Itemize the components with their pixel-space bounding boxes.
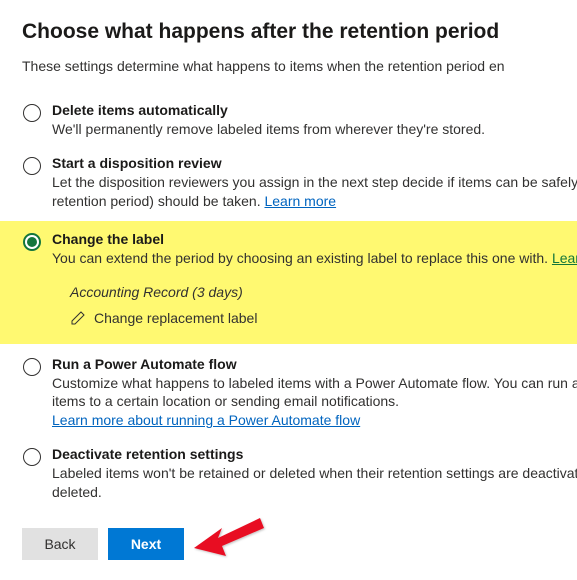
radio-icon[interactable] — [23, 157, 41, 175]
option-change-title: Change the label — [52, 231, 577, 247]
text: Customize what happens to labeled items … — [52, 375, 577, 391]
option-flow-desc: Customize what happens to labeled items … — [52, 374, 577, 431]
change-replacement-link[interactable]: Change replacement label — [70, 310, 577, 326]
change-replacement-text: Change replacement label — [94, 310, 257, 326]
text: You can extend the period by choosing an… — [52, 250, 552, 266]
text: deleted. — [52, 484, 102, 500]
learn-more-flow-link[interactable]: Learn more about running a Power Automat… — [52, 412, 360, 428]
options-group: Delete items automatically We'll permane… — [22, 96, 577, 512]
radio-icon[interactable] — [23, 358, 41, 376]
current-replacement-label: Accounting Record (3 days) — [70, 284, 577, 300]
text: retention period) should be taken. — [52, 193, 264, 209]
option-delete-desc: We'll permanently remove labeled items f… — [52, 120, 577, 139]
option-deactivate-desc: Labeled items won't be retained or delet… — [52, 464, 577, 502]
option-deactivate-title: Deactivate retention settings — [52, 446, 577, 462]
radio-icon-selected[interactable] — [23, 233, 41, 251]
radio-icon[interactable] — [23, 104, 41, 122]
next-button[interactable]: Next — [108, 528, 184, 560]
learn-more-link[interactable]: Learn more — [264, 193, 336, 209]
footer-buttons: Back Next — [22, 528, 577, 560]
option-flow[interactable]: Run a Power Automate flow Customize what… — [22, 350, 577, 441]
option-disposition-desc: Let the disposition reviewers you assign… — [52, 173, 577, 211]
pencil-icon — [70, 310, 86, 326]
option-delete-title: Delete items automatically — [52, 102, 577, 118]
option-change-label[interactable]: Change the label You can extend the peri… — [0, 221, 577, 344]
page-title: Choose what happens after the retention … — [22, 20, 577, 44]
text: Let the disposition reviewers you assign… — [52, 174, 577, 190]
page-subtitle: These settings determine what happens to… — [22, 58, 577, 74]
text: Labeled items won't be retained or delet… — [52, 465, 577, 481]
option-flow-title: Run a Power Automate flow — [52, 356, 577, 372]
option-change-desc: You can extend the period by choosing an… — [52, 249, 577, 268]
learn-more-link[interactable]: Learn — [552, 250, 577, 266]
text: items to a certain location or sending e… — [52, 393, 399, 409]
back-button[interactable]: Back — [22, 528, 98, 560]
option-disposition[interactable]: Start a disposition review Let the dispo… — [22, 149, 577, 221]
option-disposition-title: Start a disposition review — [52, 155, 577, 171]
option-delete[interactable]: Delete items automatically We'll permane… — [22, 96, 577, 149]
radio-icon[interactable] — [23, 448, 41, 466]
option-deactivate[interactable]: Deactivate retention settings Labeled it… — [22, 440, 577, 512]
